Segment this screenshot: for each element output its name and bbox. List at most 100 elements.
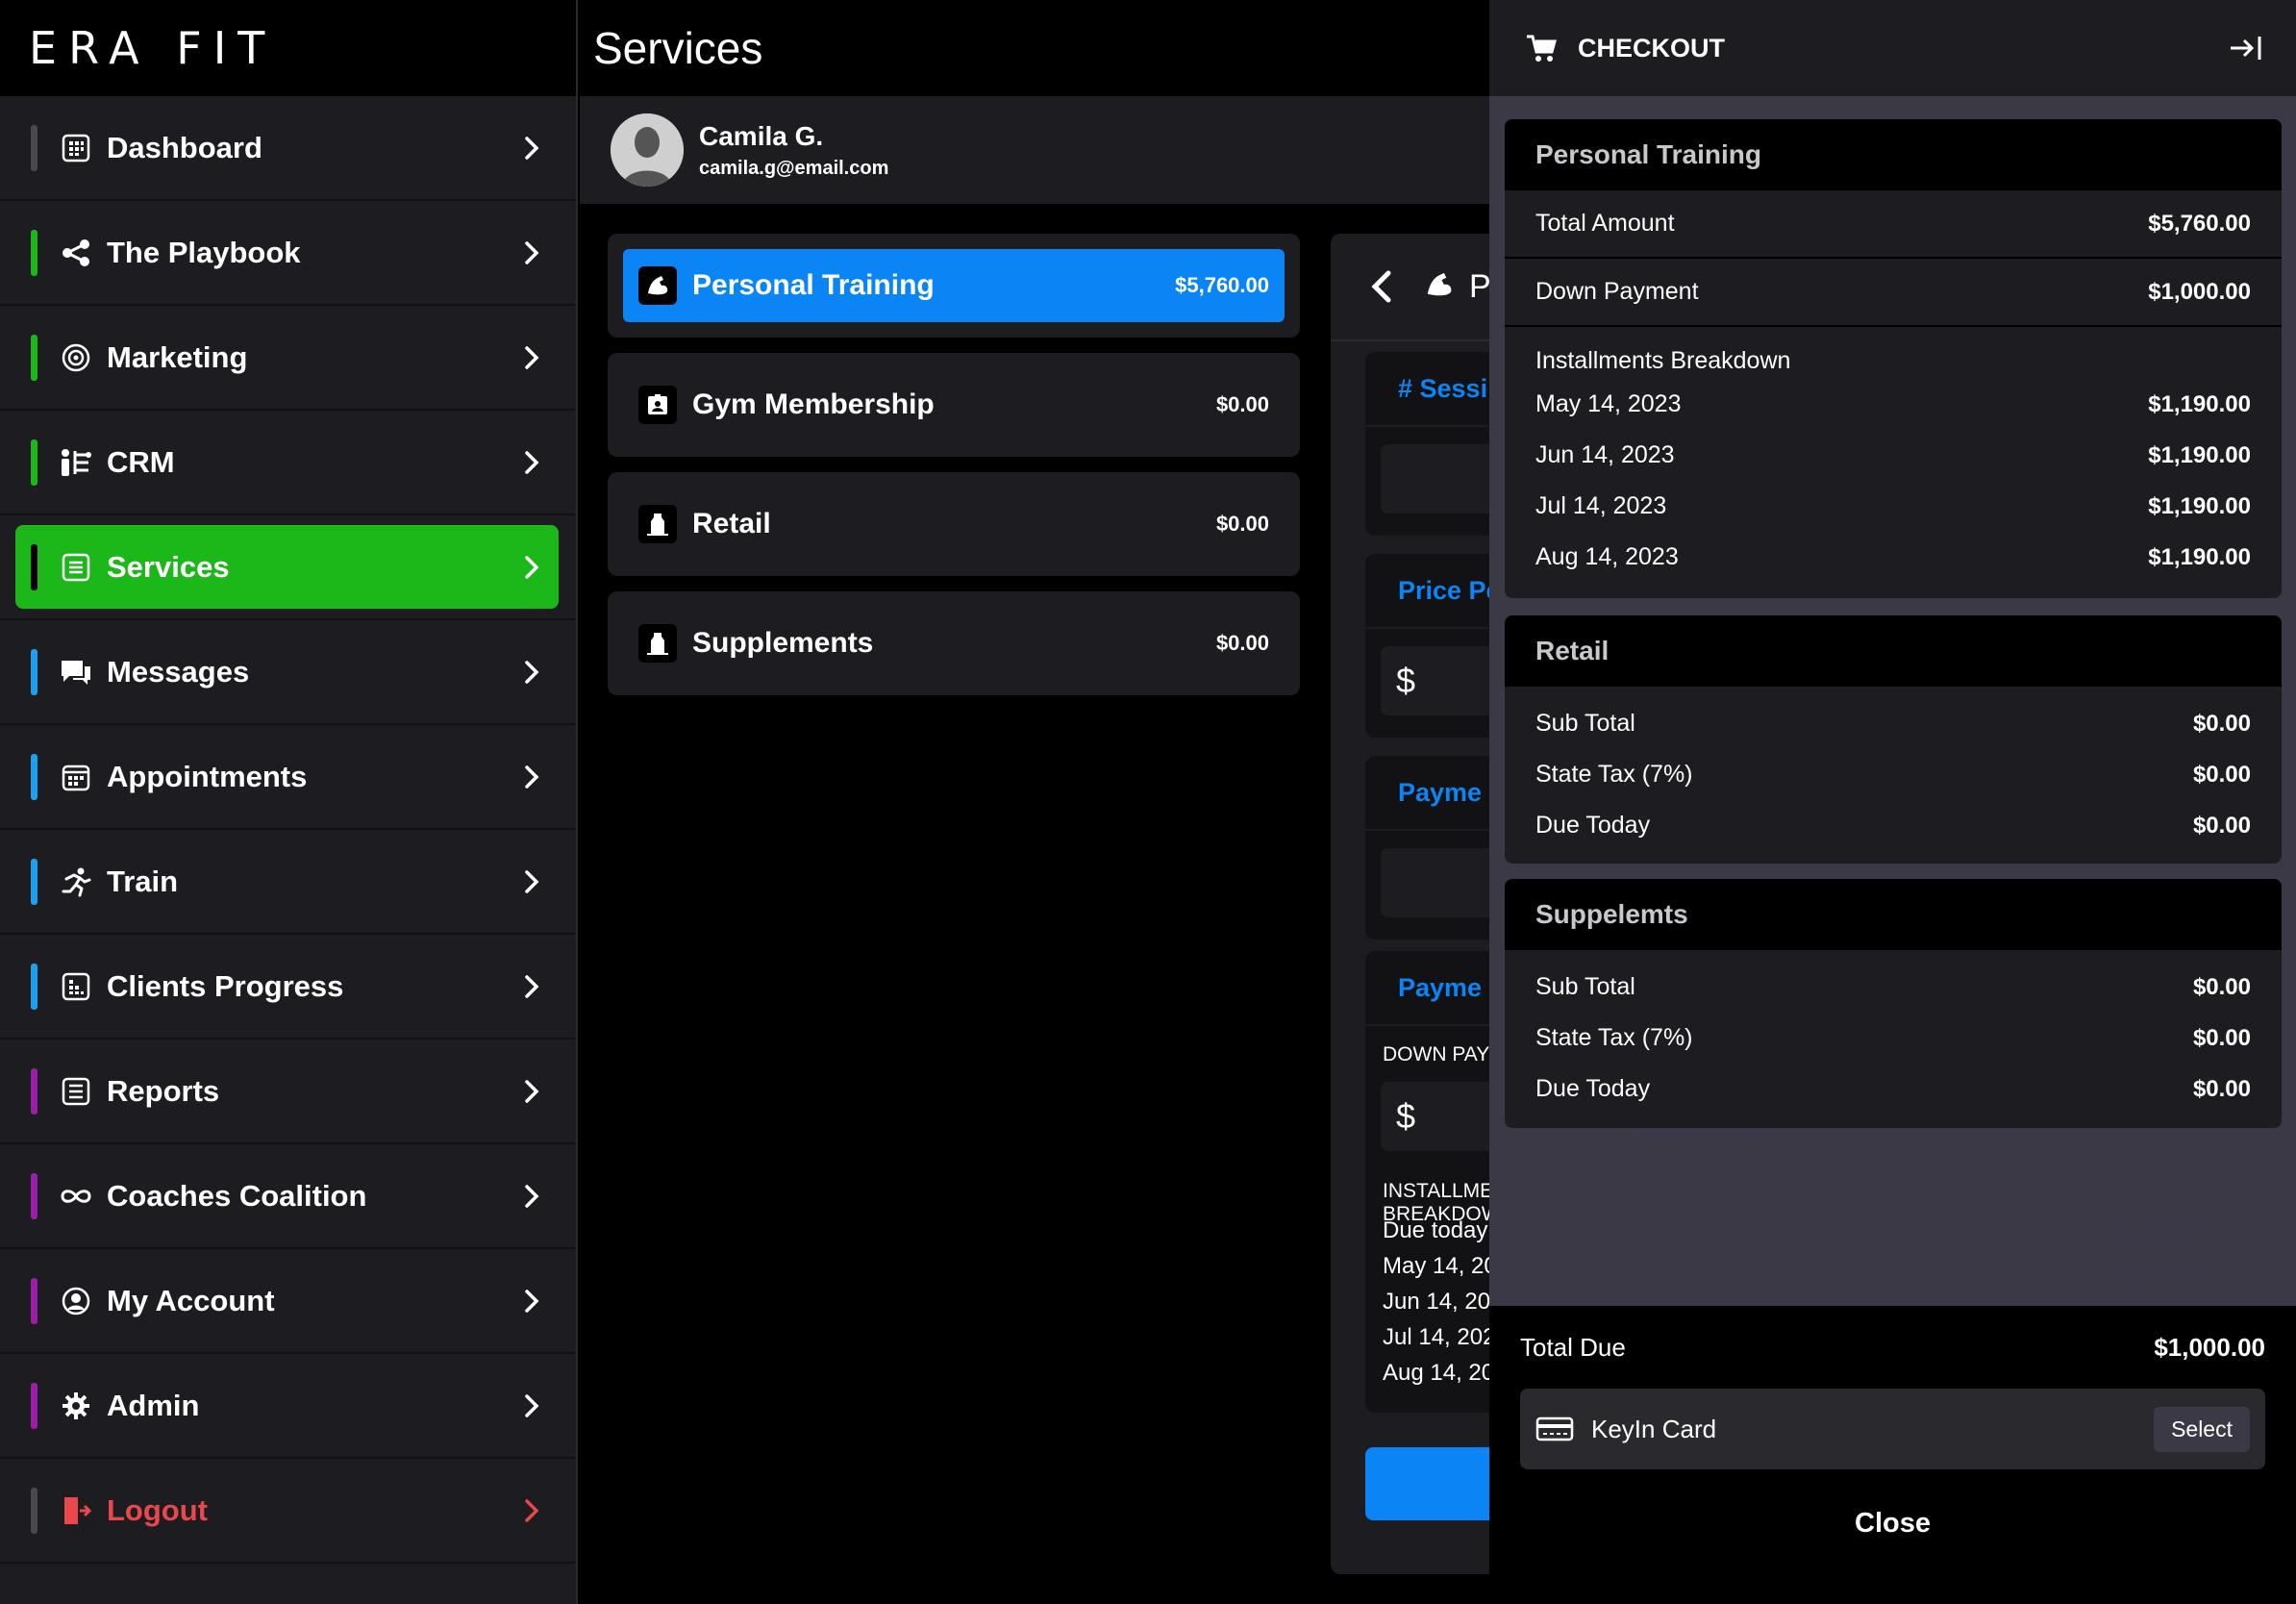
service-list: Personal Training $5,760.00 Gym Membersh… bbox=[608, 234, 1300, 711]
nav-label: Marketing bbox=[107, 339, 248, 374]
checkout-supplements-card: Suppelemts Sub Total $0.00 State Tax (7%… bbox=[1505, 879, 2282, 1128]
service-personal-training[interactable]: Personal Training $5,760.00 bbox=[608, 234, 1300, 338]
row-label: Installments Breakdown bbox=[1535, 346, 1791, 374]
detail-title: P bbox=[1469, 267, 1491, 305]
sidebar-item-services[interactable]: Services bbox=[0, 515, 576, 620]
ghost-due-today: $1,000.00 bbox=[2103, 1221, 2197, 1245]
service-supplements[interactable]: Supplements $0.00 bbox=[608, 591, 1300, 695]
sidebar-item-reports[interactable]: Reports bbox=[0, 1040, 576, 1144]
row-value: $0.00 bbox=[2192, 761, 2251, 788]
chevron-right-icon bbox=[525, 660, 539, 684]
service-retail[interactable]: Retail $0.00 bbox=[608, 472, 1300, 576]
messages-icon bbox=[59, 655, 93, 689]
chevron-right-icon bbox=[525, 764, 539, 789]
nav-color-bar bbox=[31, 753, 37, 800]
sidebar-item-playbook[interactable]: The Playbook bbox=[0, 201, 576, 306]
id-card-icon bbox=[638, 386, 677, 424]
chevron-right-icon bbox=[525, 1393, 539, 1417]
sidebar-item-my-account[interactable]: My Account bbox=[0, 1249, 576, 1354]
chevron-right-icon bbox=[525, 1079, 539, 1103]
sidebar-item-clients-progress[interactable]: Clients Progress bbox=[0, 935, 576, 1040]
sidebar-item-logout[interactable]: Logout bbox=[0, 1459, 576, 1564]
client-name: Camila G. bbox=[699, 120, 824, 151]
keyin-card-option[interactable]: KeyIn Card Select bbox=[1520, 1389, 2265, 1469]
nav-color-bar bbox=[31, 1067, 37, 1115]
nav-label: Services bbox=[107, 549, 230, 584]
sidebar-item-coaches-coalition[interactable]: Coaches Coalition bbox=[0, 1144, 576, 1249]
client-bar: Camila G. camila.g@email.com bbox=[580, 96, 1493, 204]
calendar-icon bbox=[59, 760, 93, 794]
total-amount-row: Total Amount $5,760.00 bbox=[1505, 190, 2282, 259]
due-today-row: Due Today $0.00 bbox=[1505, 1064, 2282, 1115]
sidebar-item-messages[interactable]: Messages bbox=[0, 620, 576, 725]
card-title: Retail bbox=[1505, 615, 2282, 687]
down-payment-label: DOWN PAY bbox=[1383, 1043, 1490, 1065]
sidebar-item-dashboard[interactable]: Dashboard bbox=[0, 96, 576, 201]
reports-icon bbox=[59, 1074, 93, 1109]
nav-label: Logout bbox=[107, 1492, 209, 1527]
ghost-may-amount: $1,190.00 bbox=[2110, 1260, 2205, 1284]
service-price: $0.00 bbox=[1215, 512, 1269, 536]
row-value: $5,760.00 bbox=[2148, 210, 2251, 237]
subtotal-row: Sub Total $0.00 bbox=[1505, 698, 2282, 749]
checkout-retail-card: Retail Sub Total $0.00 State Tax (7%) $0… bbox=[1505, 615, 2282, 864]
service-gym-membership[interactable]: Gym Membership $0.00 bbox=[608, 353, 1300, 457]
service-selected-highlight: Personal Training $5,760.00 bbox=[623, 249, 1285, 322]
row-label: Sub Total bbox=[1535, 973, 1635, 1000]
chevron-right-icon bbox=[525, 345, 539, 369]
state-tax-row: State Tax (7%) $0.00 bbox=[1505, 1013, 2282, 1064]
sidebar-item-train[interactable]: Train bbox=[0, 830, 576, 935]
service-label: Retail bbox=[692, 508, 771, 539]
card-title: Personal Training bbox=[1505, 119, 2282, 190]
nav-color-bar bbox=[31, 439, 37, 486]
installment-row: Aug 14, 2023 $1,190.00 bbox=[1505, 532, 2282, 583]
service-price: $0.00 bbox=[1215, 631, 1269, 655]
checkout-header: CHECKOUT bbox=[1489, 0, 2296, 96]
bottle-icon bbox=[638, 505, 677, 543]
avatar bbox=[611, 113, 684, 187]
chevron-right-icon bbox=[525, 974, 539, 998]
gear-icon bbox=[59, 1389, 93, 1423]
service-price: $5,760.00 bbox=[1175, 273, 1269, 297]
client-email: camila.g@email.com bbox=[699, 157, 889, 179]
nav-label: Train bbox=[107, 864, 179, 898]
nav-color-bar bbox=[31, 229, 37, 276]
sidebar-item-admin[interactable]: Admin bbox=[0, 1354, 576, 1459]
sidebar-item-appointments[interactable]: Appointments bbox=[0, 725, 576, 830]
nav-color-bar bbox=[31, 334, 37, 381]
nav-label: The Playbook bbox=[107, 235, 301, 269]
down-payment-row: Down Payment $1,000.00 bbox=[1505, 259, 2282, 327]
nav-color-bar bbox=[31, 1382, 37, 1429]
row-value: $1,190.00 bbox=[2148, 390, 2251, 417]
row-label: Aug 14, 2023 bbox=[1535, 543, 1679, 570]
row-value: $0.00 bbox=[2192, 973, 2251, 1000]
checkout-footer: Total Due $1,000.00 KeyIn Card Select Cl… bbox=[1489, 1306, 2296, 1604]
service-label: Personal Training bbox=[692, 269, 935, 301]
sidebar: ERA FIT Dashboard The Playbook Marketing bbox=[0, 0, 578, 1604]
checkout-panel: CHECKOUT 1,000.00 4 $1,000.00 $1,190.00 … bbox=[1489, 0, 2296, 1604]
row-label: Due Today bbox=[1535, 1075, 1651, 1102]
collapse-panel-icon[interactable] bbox=[2229, 34, 2263, 63]
row-value: $1,190.00 bbox=[2148, 492, 2251, 519]
nav-color-bar bbox=[31, 124, 37, 171]
muscle-icon bbox=[1423, 268, 1456, 306]
installment-line: Due today bbox=[1383, 1217, 1488, 1243]
sidebar-nav: Dashboard The Playbook Marketing CRM Ser… bbox=[0, 96, 576, 1564]
sidebar-item-marketing[interactable]: Marketing bbox=[0, 306, 576, 411]
logo-bar: ERA FIT bbox=[0, 0, 576, 96]
close-button[interactable]: Close bbox=[1489, 1508, 2296, 1540]
row-value: $1,000.00 bbox=[2148, 278, 2251, 305]
nav-label: Dashboard bbox=[107, 130, 262, 164]
row-label: Sub Total bbox=[1535, 710, 1635, 737]
row-value: $1,190.00 bbox=[2148, 543, 2251, 570]
select-button[interactable]: Select bbox=[2154, 1406, 2250, 1452]
back-chevron-icon[interactable] bbox=[1367, 267, 1396, 306]
nav-color-bar bbox=[31, 1487, 37, 1534]
chevron-right-icon bbox=[525, 136, 539, 160]
sidebar-item-crm[interactable]: CRM bbox=[0, 411, 576, 515]
muscle-icon bbox=[638, 266, 677, 305]
row-label: Down Payment bbox=[1535, 278, 1699, 305]
progress-icon bbox=[59, 969, 93, 1004]
nav-color-bar bbox=[31, 963, 37, 1010]
nav-color-bar bbox=[31, 1277, 37, 1324]
